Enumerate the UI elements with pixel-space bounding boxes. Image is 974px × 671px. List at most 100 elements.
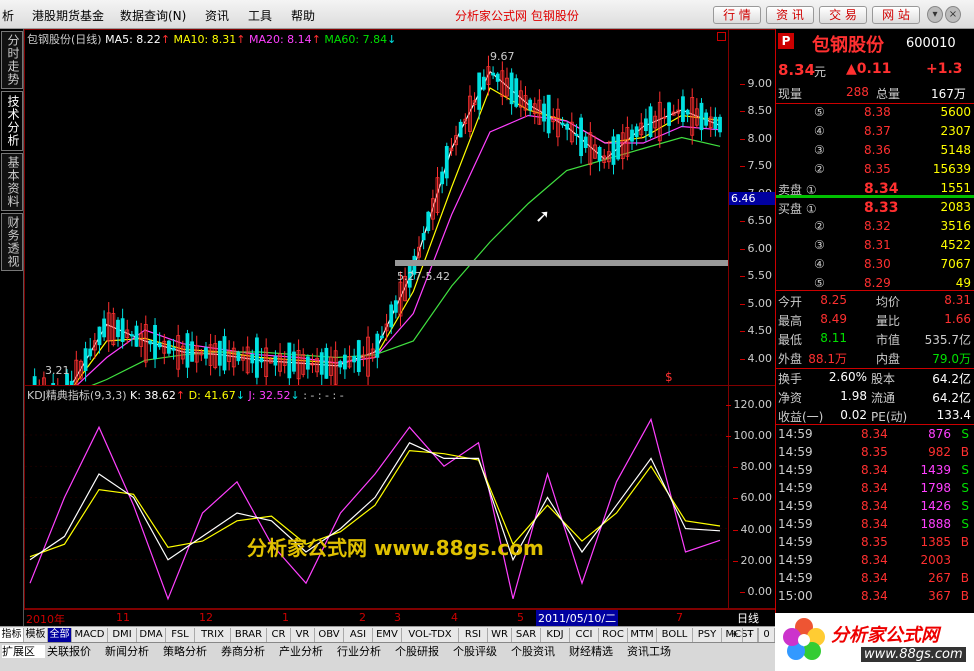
candle-body (574, 133, 579, 136)
total-label: 总量 (876, 87, 901, 101)
price-tick-label: 7.50 (739, 159, 772, 172)
candle-body (51, 383, 56, 385)
indicator-tab[interactable]: OBV (315, 628, 344, 642)
level-volume: 49 (955, 276, 971, 290)
tab-financials[interactable]: 财务透视 (1, 213, 23, 271)
indicator-tab[interactable]: 全部 (48, 628, 72, 642)
group-tab[interactable]: 新闻分析 (105, 645, 161, 658)
stat-value: 2.60% (828, 370, 867, 384)
candle-body (514, 78, 519, 107)
level-price: 8.33 (864, 200, 899, 216)
tick-side: S (961, 427, 969, 441)
indicator-tab[interactable]: VR (291, 628, 315, 642)
trade-button[interactable]: 交 易 (819, 6, 867, 24)
group-tab[interactable]: 个股评级 (453, 645, 509, 658)
menu-tools[interactable]: 工具 (248, 7, 272, 24)
order-book-row: ③ 8.31 4522 (776, 237, 974, 255)
tick-volume: 1439 (920, 463, 951, 477)
group-tab[interactable]: 资讯工场 (627, 645, 683, 658)
indicator-tab[interactable]: KDJ (541, 628, 570, 642)
price-axis: 9.008.508.007.507.006.506.005.505.004.50… (729, 29, 775, 386)
indicator-tab[interactable]: WR (488, 628, 512, 642)
news-button[interactable]: 资 讯 (766, 6, 814, 24)
menu-data-query[interactable]: 数据查询(N) (120, 7, 186, 24)
group-tab[interactable]: 扩展区 (2, 645, 45, 658)
candle-body (83, 348, 88, 371)
indicator-tab[interactable]: DMA (137, 628, 166, 642)
tick-row: 15:00 8.34 367 B (776, 588, 974, 606)
indicator-tab[interactable]: PSY (693, 628, 722, 642)
indicator-tab[interactable]: CCI (570, 628, 599, 642)
menu-help[interactable]: 帮助 (291, 7, 315, 24)
period-label[interactable]: 日线 (737, 610, 759, 626)
indicator-tab[interactable]: MTM (628, 628, 657, 642)
candle-body (616, 134, 621, 160)
tick-side: B (960, 535, 969, 549)
date-label: 12 (199, 611, 213, 624)
date-label: 2 (359, 611, 366, 624)
stat-label: PE(动) (871, 410, 908, 424)
order-book-row: ⑤ 8.38 5600 (776, 104, 974, 122)
indicator-tab[interactable]: 指标 (0, 628, 24, 642)
indicator-tab[interactable]: CR (267, 628, 291, 642)
group-tab[interactable]: 行业分析 (337, 645, 393, 658)
quote-button[interactable]: 行 情 (713, 6, 761, 24)
menu-hk-futures[interactable]: 港股期货基金 (32, 7, 104, 24)
website-button[interactable]: 网 站 (872, 6, 920, 24)
indicator-tab[interactable]: ROC (599, 628, 628, 642)
level-price: 8.30 (864, 257, 891, 271)
tick-price: 8.35 (861, 445, 888, 459)
indicator-nav-button[interactable]: + (727, 628, 743, 642)
indicator-tab[interactable]: SAR (512, 628, 541, 642)
indicator-nav-button[interactable]: - (743, 628, 759, 642)
indicator-tab[interactable]: 模板 (24, 628, 48, 642)
level-price: 8.36 (864, 143, 891, 157)
menu-analysis[interactable]: 析 (2, 7, 14, 24)
group-tab[interactable]: 个股研报 (395, 645, 451, 658)
group-tab[interactable]: 财经精选 (569, 645, 625, 658)
candle-body (305, 356, 310, 370)
tick-side: B (960, 571, 969, 585)
indicator-nav-button[interactable]: 0 (759, 628, 775, 642)
indicator-tab[interactable]: EMV (373, 628, 402, 642)
candle-body (444, 146, 449, 179)
tick-price: 8.34 (861, 571, 888, 585)
indicator-tab[interactable]: ASI (344, 628, 373, 642)
candle-body (236, 352, 241, 362)
group-tab[interactable]: 产业分析 (279, 645, 335, 658)
group-tab[interactable]: 券商分析 (221, 645, 277, 658)
price-chart[interactable]: 包钢股份(日线) MA5: 8.22↑ MA10: 8.31↑ MA20: 8.… (24, 29, 729, 386)
window-title: 分析家公式网 包钢股份 (455, 9, 579, 23)
candle-body (718, 116, 722, 133)
tick-side: S (961, 481, 969, 495)
candle-body (713, 116, 718, 129)
price-tick-label: 6.00 (739, 241, 772, 255)
indicator-tab[interactable]: BOLL (657, 628, 693, 642)
level-label: ② (814, 219, 825, 233)
kdj-chart[interactable]: KDJ精典指标(9,3,3) K: 38.62↑ D: 41.67↓ J: 32… (24, 386, 729, 609)
indicator-tab[interactable]: MACD (72, 628, 108, 642)
tab-time-sharing[interactable]: 分时走势 (1, 31, 23, 89)
tab-technical-analysis[interactable]: 技术分析 (1, 91, 23, 151)
indicator-tab[interactable]: VOL-TDX (402, 628, 459, 642)
group-tab[interactable]: 策略分析 (163, 645, 219, 658)
candle-body (157, 342, 162, 348)
group-tab[interactable]: 个股资讯 (511, 645, 567, 658)
candle-body (648, 106, 653, 138)
indicator-tab[interactable]: TRIX (195, 628, 231, 642)
candle-body (287, 342, 292, 379)
indicator-tab[interactable]: FSL (166, 628, 195, 642)
indicator-tab[interactable]: BRAR (231, 628, 267, 642)
price-plot (32, 55, 722, 385)
stat-label: 换手 (778, 372, 803, 386)
group-tab[interactable]: 关联报价 (47, 645, 103, 658)
candle-body (440, 171, 445, 185)
indicator-tab[interactable]: RSI (459, 628, 488, 642)
stat-value: 88.1万 (808, 352, 847, 366)
indicator-tab[interactable]: DMI (108, 628, 137, 642)
minimize-icon[interactable]: ▾ (927, 6, 943, 23)
tab-fundamentals[interactable]: 基本资料 (1, 153, 23, 211)
candle-body (250, 354, 255, 364)
close-icon[interactable]: × (945, 6, 961, 23)
menu-news[interactable]: 资讯 (205, 7, 229, 24)
